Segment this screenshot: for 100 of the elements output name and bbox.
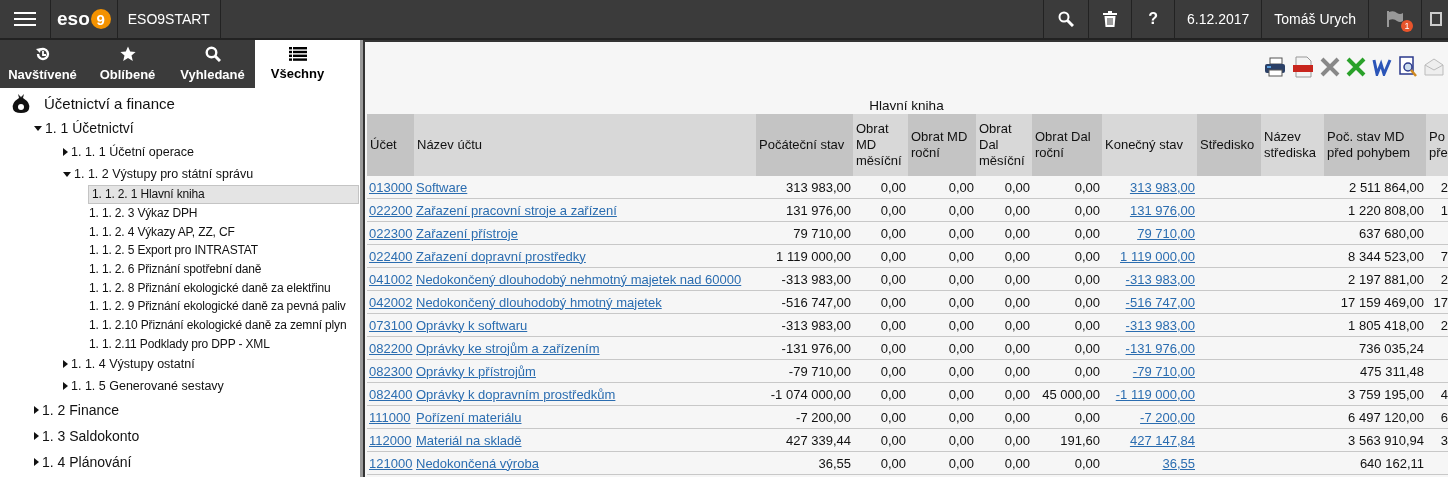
printer-icon[interactable] bbox=[1264, 57, 1286, 77]
tree-item[interactable]: 1. 1. 5 Generované sestavy bbox=[0, 375, 360, 398]
logo[interactable]: eso 9 bbox=[50, 0, 118, 38]
tree-item[interactable]: 1. 1. 2. 8 Přiznání ekologické daně za elektřinu bbox=[0, 278, 360, 298]
column-header[interactable]: Účet bbox=[367, 114, 414, 176]
table-cell: 0,00 bbox=[948, 294, 974, 310]
tree-item[interactable]: 1. 1. 2.10 Přiznání ekologické daně za zemní plyn bbox=[0, 315, 360, 335]
table-link[interactable]: 427 147,84 bbox=[1129, 432, 1195, 448]
column-header[interactable]: Název střediska bbox=[1261, 114, 1324, 176]
tree-item[interactable]: 1. 1. 4 Výstupy ostatní bbox=[0, 353, 360, 376]
table-link[interactable]: 131 976,00 bbox=[1129, 202, 1195, 218]
table-cell: 0,00 bbox=[1004, 202, 1030, 218]
table-cell: 1 805 418,00 bbox=[1348, 317, 1424, 333]
tree-item[interactable]: 1. 1. 2. 3 Výkaz DPH bbox=[0, 203, 360, 223]
table-cell: 0,00 bbox=[880, 386, 906, 402]
table-link[interactable]: 082200 bbox=[369, 340, 413, 356]
tree-item[interactable]: 1. 4 Plánování bbox=[0, 449, 360, 476]
table-link[interactable]: Nedokončený dlouhodobý nehmotný majetek nad 60000 bbox=[416, 271, 742, 287]
tree-item[interactable]: 1. 2 Finance bbox=[0, 397, 360, 424]
table-link[interactable]: -131 976,00 bbox=[1125, 340, 1195, 356]
column-header[interactable]: Název účtu bbox=[414, 114, 756, 176]
table-cell: 0,00 bbox=[1004, 271, 1030, 287]
table-link[interactable]: Oprávky k softwaru bbox=[416, 317, 528, 333]
table-link[interactable]: Zařazení dopravní prostředky bbox=[416, 248, 586, 264]
column-header[interactable]: Poč. stav MD před pohybem bbox=[1324, 114, 1426, 176]
table-link[interactable]: 022200 bbox=[369, 202, 413, 218]
user-name[interactable]: Tomáš Urych bbox=[1261, 0, 1368, 38]
table-cell: 0,00 bbox=[948, 432, 974, 448]
table-cell: 2 bbox=[1440, 317, 1448, 333]
table-cell: 0,00 bbox=[1004, 179, 1030, 195]
table-link[interactable]: Pořízení materiálu bbox=[416, 409, 522, 425]
table-link[interactable]: 041002 bbox=[369, 271, 413, 287]
table-cell: 36,55 bbox=[818, 455, 851, 471]
table-link[interactable]: 79 710,00 bbox=[1137, 225, 1195, 241]
table-link[interactable]: Oprávky ke strojům a zařízením bbox=[416, 340, 600, 356]
table-cell: 0,00 bbox=[1004, 317, 1030, 333]
table-link[interactable]: 121000 bbox=[369, 455, 413, 471]
table-link[interactable]: Software bbox=[416, 179, 468, 195]
table-link[interactable]: 111000 bbox=[369, 409, 411, 425]
table-link[interactable]: 082400 bbox=[369, 386, 413, 402]
table-link[interactable]: -516 747,00 bbox=[1125, 294, 1195, 310]
tree-item[interactable]: 1. 1. 2. 6 Přiznání spotřební daně bbox=[0, 259, 360, 279]
tree-root[interactable]: Účetnictví a finance bbox=[0, 91, 360, 115]
table-link[interactable]: 042002 bbox=[369, 294, 413, 310]
table-link[interactable]: Nedokončená výroba bbox=[416, 455, 539, 471]
table-link[interactable]: 313 983,00 bbox=[1129, 179, 1195, 195]
table-cell: 0,00 bbox=[880, 202, 906, 218]
table-link[interactable]: Zařazení přístroje bbox=[416, 225, 518, 241]
tree-item[interactable]: 1. 1. 2. 5 Export pro INTRASTAT bbox=[0, 241, 360, 260]
table-link[interactable]: -1 119 000,00 bbox=[1115, 386, 1195, 402]
menu-icon bbox=[14, 11, 36, 27]
table-link[interactable]: Zařazení pracovní stroje a zařízení bbox=[416, 202, 617, 218]
table-link[interactable]: 022300 bbox=[369, 225, 413, 241]
table-link[interactable]: 36,55 bbox=[1162, 455, 1195, 471]
tree-item[interactable]: 1. 1. 2.11 Podklady pro DPP - XML bbox=[0, 334, 360, 354]
table-link[interactable]: 022400 bbox=[369, 248, 413, 264]
tree-item[interactable]: 1. 3 Saldokonto bbox=[0, 423, 360, 450]
table-cell: 0,00 bbox=[948, 225, 974, 241]
table-link[interactable]: 073100 bbox=[369, 317, 413, 333]
table-cell: 17 159 469,00 bbox=[1340, 294, 1424, 310]
column-header[interactable]: Po pře bbox=[1426, 114, 1448, 176]
tree-item[interactable]: 1. 1. 2. 1 Hlavní kniha bbox=[88, 185, 359, 204]
table-cell: -1 074 000,00 bbox=[770, 386, 851, 402]
column-header[interactable]: Konečný stav bbox=[1102, 114, 1197, 176]
preview-icon[interactable] bbox=[1398, 56, 1418, 78]
table-link[interactable]: Nedokončený dlouhodobý hmotný majetek bbox=[416, 294, 662, 310]
table-cell: 0,00 bbox=[1074, 409, 1100, 425]
table-link[interactable]: 112000 bbox=[369, 432, 412, 448]
pdf-icon[interactable] bbox=[1292, 56, 1314, 78]
tree-item[interactable]: 1. 1. 2. 4 Výkazy AP, ZZ, CF bbox=[0, 222, 360, 242]
column-header[interactable]: Obrat Dal měsíční bbox=[976, 114, 1032, 176]
table-link[interactable]: -313 983,00 bbox=[1125, 317, 1195, 333]
sidebar-tab[interactable]: Všechny bbox=[255, 40, 340, 88]
column-header[interactable]: Obrat MD měsíční bbox=[853, 114, 908, 176]
table-link[interactable]: -313 983,00 bbox=[1125, 271, 1195, 287]
table-cell: 313 983,00 bbox=[785, 179, 851, 195]
table-cell: 0,00 bbox=[1074, 455, 1100, 471]
table-link[interactable]: 1 119 000,00 bbox=[1120, 248, 1195, 264]
column-header[interactable]: Počáteční stav bbox=[756, 114, 853, 176]
table-link[interactable]: 082300 bbox=[369, 363, 413, 379]
app-name: ESO9START bbox=[117, 0, 221, 38]
help-button[interactable]: ? bbox=[1131, 0, 1174, 38]
tree-item[interactable]: 1. 1 Účetnictví bbox=[0, 115, 360, 141]
table-link[interactable]: -79 710,00 bbox=[1132, 363, 1195, 379]
table-link[interactable]: 013000 bbox=[369, 179, 413, 195]
tree-item[interactable]: 1. 1. 1 Účetní operace bbox=[0, 141, 360, 163]
column-header[interactable]: Obrat Dal roční bbox=[1032, 114, 1102, 176]
table-link[interactable]: -7 200,00 bbox=[1140, 409, 1195, 425]
column-header[interactable]: Obrat MD roční bbox=[908, 114, 976, 176]
column-header[interactable]: Středisko bbox=[1197, 114, 1261, 176]
notifications-button[interactable]: 1 bbox=[1368, 0, 1421, 38]
tree-item[interactable]: 1. 1. 2 Výstupy pro státní správu bbox=[0, 163, 360, 185]
tree-item[interactable]: 1. 1. 2. 9 Přiznání ekologické daně za pevná paliv bbox=[0, 297, 360, 316]
table-cell: 475 311,48 bbox=[1359, 363, 1424, 379]
table-link[interactable]: Oprávky k přístrojům bbox=[416, 363, 536, 379]
table-cell: 0,00 bbox=[1074, 363, 1100, 379]
table-link[interactable]: Materiál na skladě bbox=[416, 432, 522, 448]
table-cell: 0,00 bbox=[880, 248, 906, 264]
table-link[interactable]: Oprávky k dopravním prostředkům bbox=[416, 386, 616, 402]
table-cell: -131 976,00 bbox=[781, 340, 851, 356]
